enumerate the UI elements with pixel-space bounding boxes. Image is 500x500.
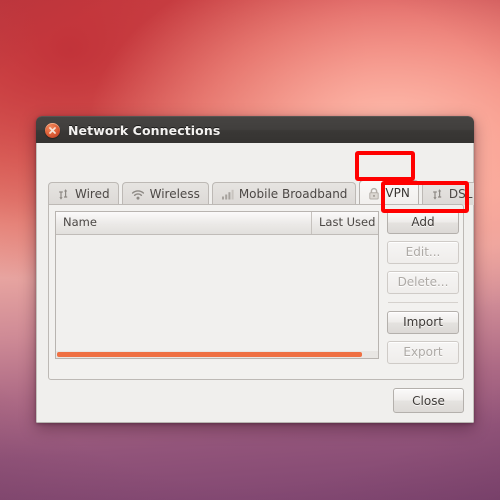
wired-network-icon [433,188,442,200]
tab-vpn-label: VPN [385,186,410,200]
list-header-row: Name Last Used [56,212,378,235]
network-connections-window: Network Connections Wired Wireless Mobil… [36,116,474,423]
close-button[interactable]: Close [393,388,464,413]
tab-wireless[interactable]: Wireless [121,182,209,205]
tab-wireless-label: Wireless [149,187,200,201]
tab-dsl-label: DSL [448,187,473,201]
column-header-last-used[interactable]: Last Used [312,212,378,234]
window-body: Wired Wireless Mobile Broadband VPN DSL … [36,143,474,423]
horizontal-scrollbar-thumb[interactable] [57,352,362,357]
horizontal-scrollbar[interactable] [56,351,378,358]
vpn-tab-panel: Name Last Used Add Edit... Delete... Imp… [48,204,464,380]
button-group-separator [388,302,458,303]
list-body-empty [56,235,378,353]
wifi-icon [131,189,144,200]
column-header-name[interactable]: Name [56,212,312,234]
tab-strip: Wired Wireless Mobile Broadband VPN DSL [48,180,474,205]
page-title: Network Connections [68,123,221,138]
signal-bars-icon [221,189,234,199]
close-x-glyph [49,127,56,134]
delete-button: Delete... [387,271,459,294]
window-titlebar[interactable]: Network Connections [36,116,474,143]
connections-list[interactable]: Name Last Used [55,211,379,359]
edit-button: Edit... [387,241,459,264]
tab-mobile-broadband[interactable]: Mobile Broadband [211,182,357,205]
add-button[interactable]: Add [387,211,459,234]
tab-wired-label: Wired [75,187,110,201]
export-button: Export [387,341,459,364]
tab-vpn[interactable]: VPN [359,180,419,205]
lock-icon [369,187,380,199]
action-button-column: Add Edit... Delete... Import Export [387,211,459,371]
wired-network-icon [59,188,68,200]
tab-dsl[interactable]: DSL [421,182,474,205]
tab-wired[interactable]: Wired [48,182,119,205]
import-button[interactable]: Import [387,311,459,334]
window-close-icon[interactable] [45,123,60,138]
tab-mobile-broadband-label: Mobile Broadband [238,187,348,201]
